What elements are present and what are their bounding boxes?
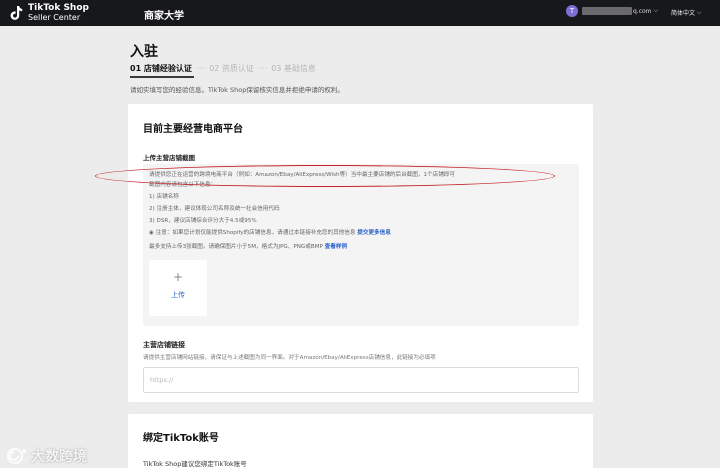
- tiktok-shop-logo[interactable]: TikTok Shop Seller Center: [8, 3, 89, 23]
- view-sample-link[interactable]: 查看样例: [325, 244, 347, 250]
- bind-tiktok-card: 绑定TikTok账号 TikTok Shop建议您绑定TikTok账号: [128, 414, 593, 468]
- submit-more-info-link[interactable]: 提交更多信息: [357, 230, 391, 236]
- store-link-description: 请提供主营店铺网站链接，请保证与上述截图为同一界面。对于Amazon/Ebay/…: [143, 355, 436, 361]
- upload-limit-line: 最多支持上传3张截图。请确保图片小于5M，格式为JPG、PNG或BMP 查看样例: [149, 242, 347, 250]
- section-title: 目前主要经营电商平台: [143, 124, 243, 135]
- top-navigation-bar: TikTok Shop Seller Center 商家大学 T q.com ⌵…: [0, 0, 720, 26]
- tiktok-logo-icon: [8, 5, 24, 21]
- logo-title: TikTok Shop: [28, 3, 89, 13]
- step-qualification: 02 资质认证: [209, 64, 254, 73]
- upload-button-label: 上传: [171, 291, 185, 299]
- account-email-redacted: [582, 7, 632, 15]
- notice-line: ◉ 注意：如果您计划仅能提供Shopify的店铺信息，请通过本链接补充您的其他信…: [149, 228, 391, 236]
- chevron-down-icon: ⌵: [697, 8, 702, 16]
- store-link-label: 主营店铺链接: [143, 341, 185, 349]
- avatar: T: [566, 5, 578, 17]
- plus-icon: +: [172, 270, 184, 284]
- bind-tiktok-subtitle: TikTok Shop建议您绑定TikTok账号: [143, 460, 247, 468]
- instruction-line: 3) DSR，建议店铺综合评分大于4.5或95%: [149, 218, 257, 224]
- watermark: 大数跨境: [6, 446, 87, 466]
- step-separator: ······: [257, 64, 268, 73]
- step-progress: 01 店铺经验认证 ······ 02 资质认证 ······ 03 基础信息: [130, 63, 316, 74]
- upload-limit-text: 最多支持上传3张截图。请确保图片小于5M，格式为JPG、PNG或BMP: [149, 244, 323, 250]
- account-menu[interactable]: T q.com ⌵: [566, 5, 658, 17]
- language-selector[interactable]: 简体中文 ⌵: [671, 8, 702, 18]
- upload-button[interactable]: + 上传: [149, 260, 207, 316]
- nav-seller-university[interactable]: 商家大学: [144, 7, 184, 22]
- logo-subtitle: Seller Center: [28, 13, 81, 22]
- watermark-logo-icon: [6, 447, 28, 465]
- instruction-line: 1) 店铺名称: [149, 194, 179, 200]
- upload-screenshot-label: 上传主营店铺截图: [143, 154, 195, 162]
- upload-instructions-box: 请提供您正在运营的跨境电商平台（例如：Amazon/Ebay/AliExpres…: [143, 164, 579, 326]
- step-store-experience: 01 店铺经验认证: [130, 64, 192, 73]
- page-title: 入驻: [130, 44, 158, 60]
- section-title: 绑定TikTok账号: [143, 433, 219, 444]
- instruction-line: 2) 注册主体，建议体现公司名称及统一社会信用代码: [149, 206, 280, 212]
- store-link-input[interactable]: [143, 367, 579, 393]
- step-separator: ······: [195, 64, 206, 73]
- step-basic-info: 03 基础信息: [271, 64, 316, 73]
- account-email-suffix: q.com: [633, 7, 652, 15]
- notice-text: ◉ 注意：如果您计划仅能提供Shopify的店铺信息，请通过本链接补充您的其他信…: [149, 230, 356, 236]
- intro-text: 请如实填写您的经验信息。TikTok Shop保留核实信息并拒绝申请的权利。: [130, 86, 344, 94]
- active-step-indicator: [130, 76, 194, 78]
- language-label: 简体中文: [671, 10, 696, 17]
- red-annotation-ellipse: [95, 165, 555, 187]
- main-platform-card: 目前主要经营电商平台 上传主营店铺截图 请提供您正在运营的跨境电商平台（例如：A…: [128, 104, 593, 402]
- chevron-down-icon: ⌵: [653, 7, 659, 14]
- watermark-text: 大数跨境: [31, 449, 87, 465]
